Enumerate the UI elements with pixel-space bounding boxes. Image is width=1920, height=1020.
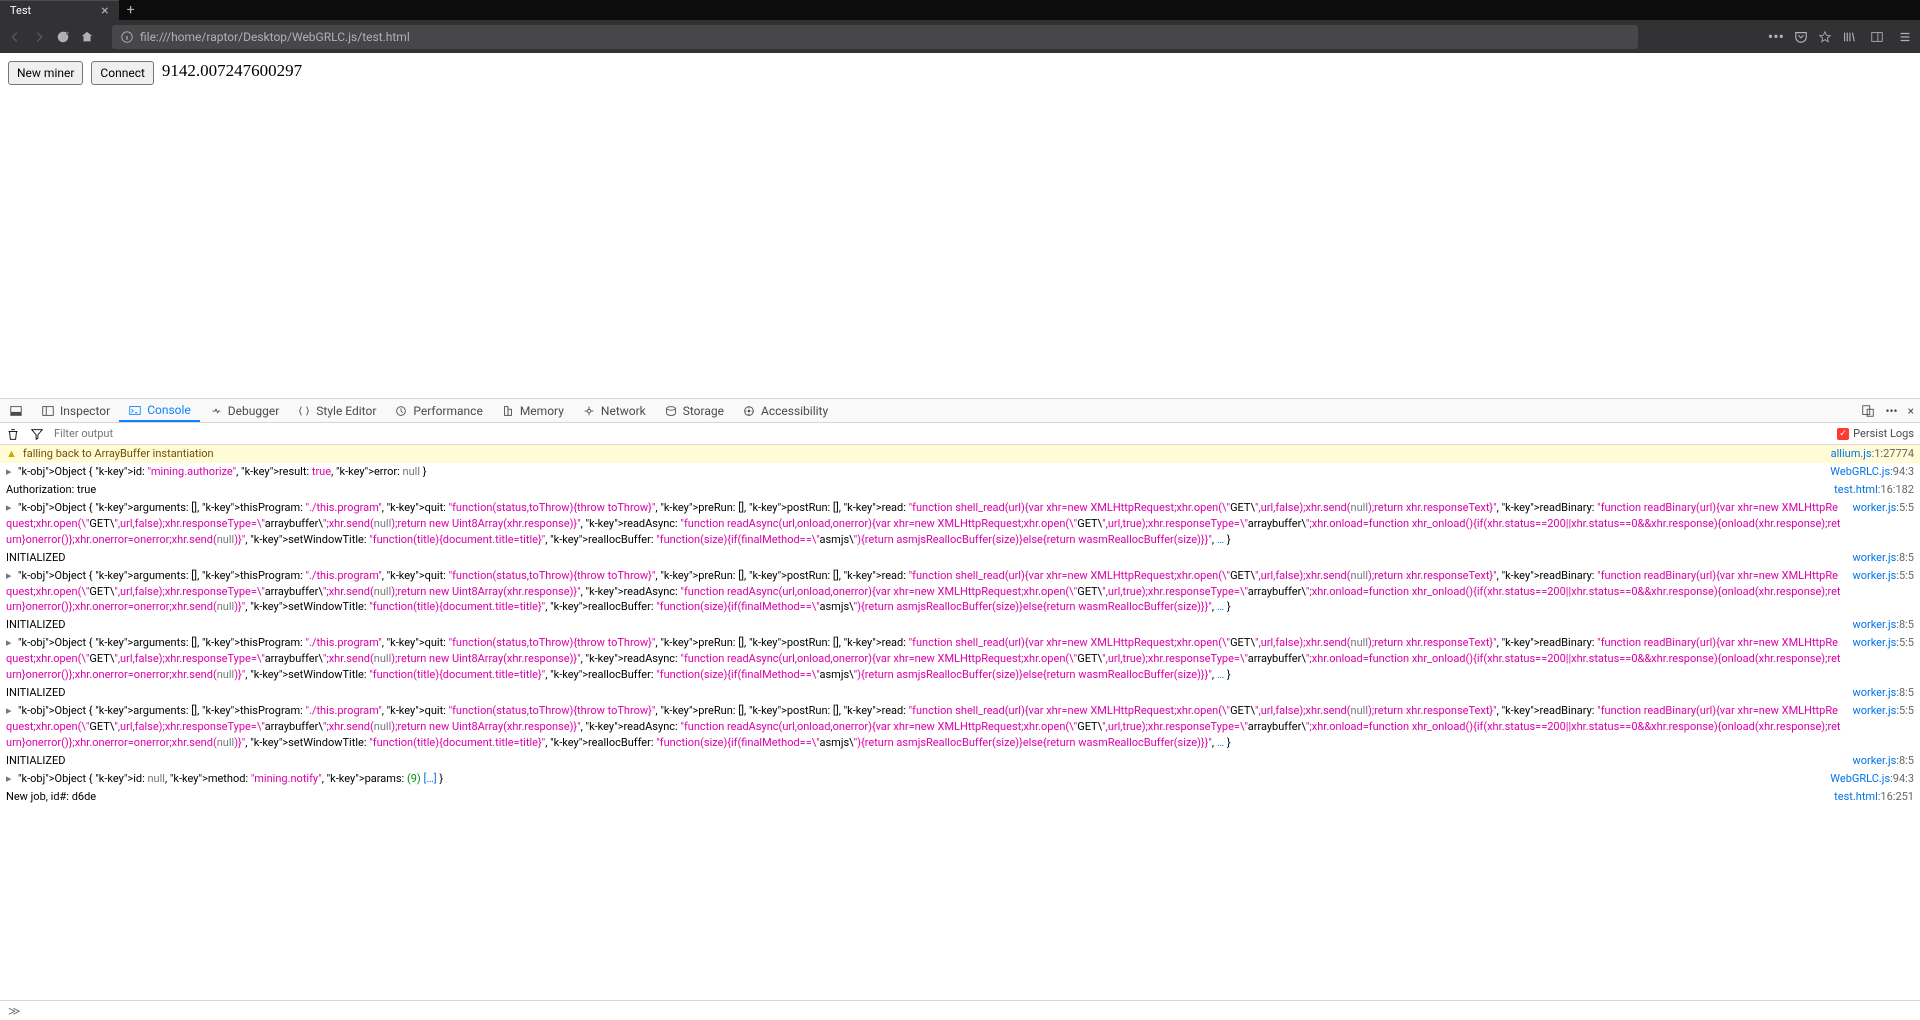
console-row: INITIALIZEDworker.js:8:5: [0, 684, 1920, 702]
devtools-close-icon[interactable]: ×: [1908, 404, 1914, 418]
connect-button[interactable]: Connect: [91, 61, 153, 85]
info-icon[interactable]: [120, 30, 134, 44]
devtools-tab-accessibility[interactable]: Accessibility: [733, 399, 837, 422]
source-link[interactable]: worker.js:5:5: [1852, 635, 1914, 651]
console-row: INITIALIZEDworker.js:8:5: [0, 549, 1920, 567]
tab-title: Test: [10, 4, 31, 17]
reload-icon[interactable]: [56, 30, 70, 44]
console-output[interactable]: ▲falling back to ArrayBuffer instantiati…: [0, 445, 1920, 1000]
debugger-icon: [209, 404, 223, 418]
hashrate-counter: 9142.007247600297: [162, 61, 302, 81]
home-icon[interactable]: [80, 30, 94, 44]
devtools-panel: InspectorConsoleDebuggerStyle EditorPerf…: [0, 398, 1920, 1020]
console-row: ▸"k-obj">Object { "k-key">id: null, "k-k…: [0, 770, 1920, 788]
pocket-icon[interactable]: [1794, 30, 1808, 44]
console-row: New job, id#: d6detest.html:16:251: [0, 788, 1920, 806]
memory-icon: [501, 404, 515, 418]
devtools-tab-network[interactable]: Network: [573, 399, 655, 422]
devtools-tab-memory[interactable]: Memory: [492, 399, 573, 422]
devtools-tab-console[interactable]: Console: [119, 399, 200, 422]
console-row: INITIALIZEDworker.js:8:5: [0, 616, 1920, 634]
source-link[interactable]: worker.js:5:5: [1852, 500, 1914, 516]
console-prompt[interactable]: ≫: [0, 1000, 1920, 1020]
console-row: ▸"k-obj">Object { "k-key">arguments: [],…: [0, 634, 1920, 684]
devtools-dock-icon[interactable]: [0, 399, 32, 422]
library-icon[interactable]: [1842, 30, 1856, 44]
console-row: ▸"k-obj">Object { "k-key">id: "mining.au…: [0, 463, 1920, 481]
sidebar-icon[interactable]: [1870, 30, 1884, 44]
console-row: ▲falling back to ArrayBuffer instantiati…: [0, 445, 1920, 463]
network-icon: [582, 404, 596, 418]
url-text: file:///home/raptor/Desktop/WebGRLC.js/t…: [140, 30, 410, 44]
devtools-tabbar: InspectorConsoleDebuggerStyle EditorPerf…: [0, 399, 1920, 423]
menu-icon[interactable]: [1898, 30, 1912, 44]
source-link[interactable]: worker.js:5:5: [1852, 568, 1914, 584]
browser-tab[interactable]: Test ×: [0, 0, 119, 20]
storage-icon: [664, 404, 678, 418]
source-link[interactable]: WebGRLC.js:94:3: [1830, 771, 1914, 787]
console-row: Authorization: truetest.html:16:182: [0, 481, 1920, 499]
devtools-tab-performance[interactable]: Performance: [385, 399, 491, 422]
bookmark-icon[interactable]: [1818, 30, 1832, 44]
close-icon[interactable]: ×: [101, 3, 108, 19]
console-row: ▸"k-obj">Object { "k-key">arguments: [],…: [0, 499, 1920, 549]
back-icon[interactable]: [8, 30, 22, 44]
devtools-tab-style-editor[interactable]: Style Editor: [288, 399, 385, 422]
source-link[interactable]: worker.js:8:5: [1852, 685, 1914, 701]
console-row: ▸"k-obj">Object { "k-key">arguments: [],…: [0, 702, 1920, 752]
page-content: New miner Connect 9142.007247600297: [0, 53, 1920, 398]
checkbox-checked-icon: ✓: [1837, 428, 1849, 440]
url-bar[interactable]: file:///home/raptor/Desktop/WebGRLC.js/t…: [112, 25, 1638, 49]
source-link[interactable]: worker.js:5:5: [1852, 703, 1914, 719]
new-miner-button[interactable]: New miner: [8, 61, 83, 85]
accessibility-icon: [742, 404, 756, 418]
persist-logs-toggle[interactable]: ✓ Persist Logs: [1837, 427, 1914, 440]
devtools-tab-storage[interactable]: Storage: [655, 399, 733, 422]
console-toolbar: ✓ Persist Logs: [0, 423, 1920, 445]
devtools-tab-debugger[interactable]: Debugger: [200, 399, 289, 422]
source-link[interactable]: worker.js:8:5: [1852, 753, 1914, 769]
forward-icon[interactable]: [32, 30, 46, 44]
persist-label: Persist Logs: [1853, 427, 1914, 440]
source-link[interactable]: test.html:16:251: [1834, 789, 1914, 805]
nav-toolbar: file:///home/raptor/Desktop/WebGRLC.js/t…: [0, 20, 1920, 53]
style-editor-icon: [297, 404, 311, 418]
source-link[interactable]: worker.js:8:5: [1852, 617, 1914, 633]
console-row: ▸"k-obj">Object { "k-key">arguments: [],…: [0, 567, 1920, 617]
filter-icon[interactable]: [30, 427, 44, 441]
devtools-tab-inspector[interactable]: Inspector: [32, 399, 119, 422]
console-icon: [128, 403, 142, 417]
devtools-more-icon[interactable]: •••: [1885, 404, 1897, 418]
page-actions-icon[interactable]: •••: [1768, 27, 1784, 46]
tab-strip: Test × +: [0, 0, 1920, 20]
source-link[interactable]: worker.js:8:5: [1852, 550, 1914, 566]
new-tab-button[interactable]: +: [119, 2, 143, 18]
source-link[interactable]: WebGRLC.js:94:3: [1830, 464, 1914, 480]
responsive-icon[interactable]: [1861, 404, 1875, 418]
inspector-icon: [41, 404, 55, 418]
console-row: INITIALIZEDworker.js:8:5: [0, 752, 1920, 770]
performance-icon: [394, 404, 408, 418]
filter-input[interactable]: [54, 427, 1827, 440]
source-link[interactable]: allium.js:1:27774: [1831, 446, 1914, 462]
trash-icon[interactable]: [6, 427, 20, 441]
source-link[interactable]: test.html:16:182: [1834, 482, 1914, 498]
